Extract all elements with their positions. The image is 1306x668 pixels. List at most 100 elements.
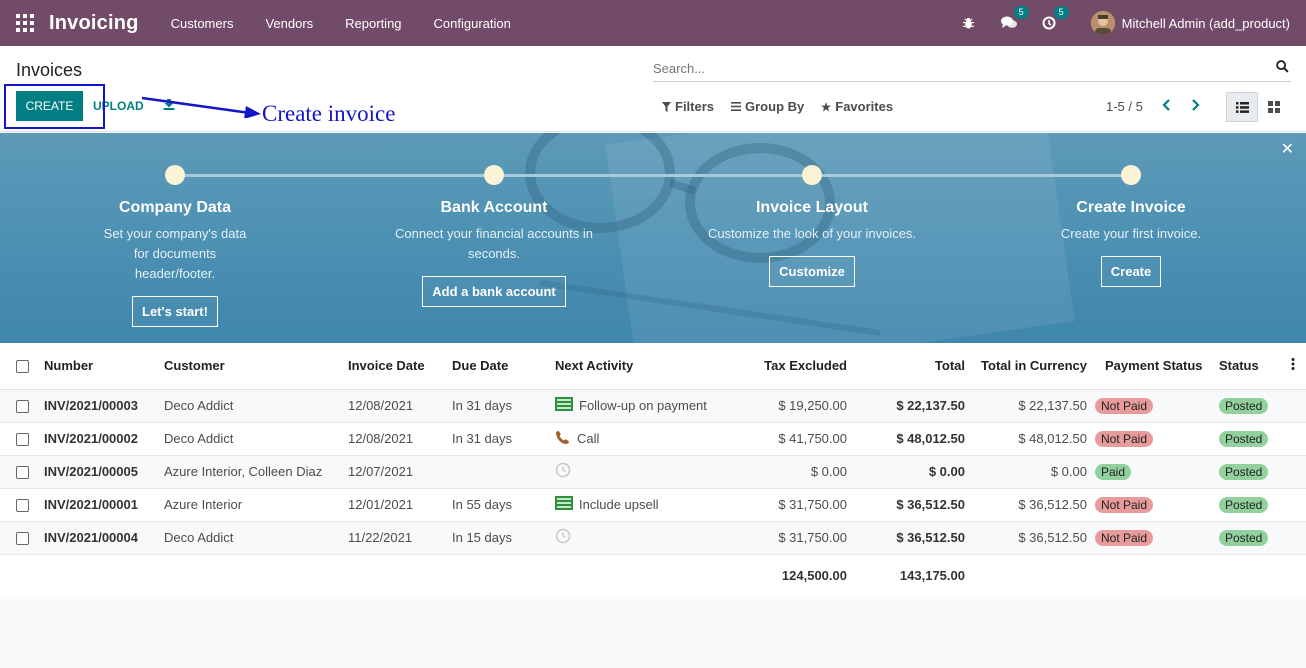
cell-next-activity[interactable] bbox=[555, 521, 733, 555]
column-header-status[interactable]: Status bbox=[1219, 343, 1279, 390]
cell-number[interactable]: INV/2021/00004 bbox=[44, 521, 164, 555]
cell-invoice-date[interactable]: 12/07/2021 bbox=[348, 455, 452, 489]
column-header-payment-status[interactable]: Payment Status bbox=[1095, 343, 1219, 390]
table-row[interactable]: INV/2021/00003 Deco Addict 12/08/2021 In 31… bbox=[0, 389, 1306, 423]
cell-invoice-date[interactable]: 12/01/2021 bbox=[348, 488, 452, 522]
column-header-total[interactable]: Total bbox=[847, 343, 965, 390]
list-view-button[interactable] bbox=[1226, 92, 1258, 122]
cell-payment-status[interactable]: Not Paid bbox=[1095, 521, 1219, 555]
messages-chat-icon[interactable]: 5 bbox=[1000, 6, 1029, 31]
cell-customer[interactable]: Deco Addict bbox=[164, 389, 348, 423]
menu-item-configuration[interactable]: Configuration bbox=[418, 16, 527, 31]
cell-status[interactable]: Posted bbox=[1219, 455, 1279, 489]
cell-total[interactable]: $ 36,512.50 bbox=[847, 521, 965, 555]
cell-total-in-currency[interactable]: $ 48,012.50 bbox=[965, 422, 1095, 456]
activities-clock-icon[interactable]: 5 bbox=[1041, 6, 1069, 31]
cell-next-activity[interactable]: Follow-up on payment bbox=[555, 389, 733, 423]
search-icon[interactable] bbox=[1276, 60, 1289, 76]
groupby-dropdown[interactable]: Group By bbox=[731, 99, 804, 114]
banner-create-button[interactable]: Create bbox=[1100, 256, 1162, 287]
cell-total-in-currency[interactable]: $ 36,512.50 bbox=[965, 488, 1095, 522]
cell-total[interactable]: $ 48,012.50 bbox=[847, 422, 965, 456]
cell-due-date[interactable] bbox=[452, 455, 555, 489]
cell-tax-excluded[interactable]: $ 31,750.00 bbox=[733, 521, 847, 555]
column-header-tax-excluded[interactable]: Tax Excluded bbox=[733, 343, 847, 390]
task-icon[interactable] bbox=[555, 397, 579, 414]
cell-number[interactable]: INV/2021/00002 bbox=[44, 422, 164, 456]
search-input[interactable] bbox=[653, 57, 1253, 79]
row-checkbox[interactable] bbox=[16, 400, 29, 414]
user-name[interactable]: Mitchell Admin (add_product) bbox=[1122, 16, 1290, 31]
cell-number[interactable]: INV/2021/00005 bbox=[44, 455, 164, 489]
cell-invoice-date[interactable]: 11/22/2021 bbox=[348, 521, 452, 555]
cell-number[interactable]: INV/2021/00003 bbox=[44, 389, 164, 423]
favorites-dropdown[interactable]: Favorites bbox=[821, 99, 893, 114]
table-row[interactable]: INV/2021/00001 Azure Interior 12/01/2021 In… bbox=[0, 488, 1306, 522]
cell-tax-excluded[interactable]: $ 41,750.00 bbox=[733, 422, 847, 456]
task-icon[interactable] bbox=[555, 496, 579, 513]
cell-total[interactable]: $ 0.00 bbox=[847, 455, 965, 489]
phone-icon[interactable] bbox=[555, 430, 577, 447]
user-avatar[interactable] bbox=[1090, 11, 1115, 35]
table-row[interactable]: INV/2021/00004 Deco Addict 11/22/2021 In 15… bbox=[0, 521, 1306, 555]
close-banner-icon[interactable]: ✕ bbox=[1281, 139, 1294, 159]
cell-total[interactable]: $ 36,512.50 bbox=[847, 488, 965, 522]
pager-next-chevron-icon[interactable] bbox=[1188, 98, 1202, 115]
column-header-number[interactable]: Number bbox=[44, 343, 164, 390]
cell-next-activity[interactable]: Call bbox=[555, 422, 733, 456]
cell-total-in-currency[interactable]: $ 36,512.50 bbox=[965, 521, 1095, 555]
menu-item-reporting[interactable]: Reporting bbox=[329, 16, 417, 31]
pager-previous-chevron-icon[interactable] bbox=[1160, 98, 1174, 115]
clock-icon[interactable] bbox=[555, 528, 577, 547]
debug-bug-icon[interactable] bbox=[961, 15, 977, 31]
row-checkbox[interactable] bbox=[16, 433, 29, 447]
cell-due-date[interactable]: In 31 days bbox=[452, 389, 555, 423]
column-header-due-date[interactable]: Due Date bbox=[452, 343, 555, 390]
cell-status[interactable]: Posted bbox=[1219, 389, 1279, 423]
cell-tax-excluded[interactable]: $ 31,750.00 bbox=[733, 488, 847, 522]
optional-columns-kebab-icon[interactable] bbox=[1279, 343, 1306, 390]
lets-start-button[interactable]: Let's start! bbox=[132, 296, 218, 327]
column-header-customer[interactable]: Customer bbox=[164, 343, 348, 390]
column-header-next-activity[interactable]: Next Activity bbox=[555, 343, 733, 390]
cell-number[interactable]: INV/2021/00001 bbox=[44, 488, 164, 522]
cell-payment-status[interactable]: Not Paid bbox=[1095, 422, 1219, 456]
cell-customer[interactable]: Deco Addict bbox=[164, 422, 348, 456]
cell-total-in-currency[interactable]: $ 22,137.50 bbox=[965, 389, 1095, 423]
cell-due-date[interactable]: In 55 days bbox=[452, 488, 555, 522]
apps-menu-icon[interactable] bbox=[16, 14, 34, 32]
cell-total-in-currency[interactable]: $ 0.00 bbox=[965, 455, 1095, 489]
cell-tax-excluded[interactable]: $ 0.00 bbox=[733, 455, 847, 489]
cell-customer[interactable]: Deco Addict bbox=[164, 521, 348, 555]
cell-payment-status[interactable]: Paid bbox=[1095, 455, 1219, 489]
cell-tax-excluded[interactable]: $ 19,250.00 bbox=[733, 389, 847, 423]
cell-due-date[interactable]: In 31 days bbox=[452, 422, 555, 456]
app-brand[interactable]: Invoicing bbox=[49, 12, 139, 35]
row-checkbox[interactable] bbox=[16, 466, 29, 480]
column-header-invoice-date[interactable]: Invoice Date bbox=[348, 343, 452, 390]
customize-button[interactable]: Customize bbox=[769, 256, 855, 287]
pager-value[interactable]: 1-5 / 5 bbox=[1106, 99, 1143, 114]
cell-customer[interactable]: Azure Interior, Colleen Diaz bbox=[164, 455, 348, 489]
cell-status[interactable]: Posted bbox=[1219, 488, 1279, 522]
cell-customer[interactable]: Azure Interior bbox=[164, 488, 348, 522]
cell-status[interactable]: Posted bbox=[1219, 422, 1279, 456]
cell-next-activity[interactable]: Include upsell bbox=[555, 488, 733, 522]
table-row[interactable]: INV/2021/00002 Deco Addict 12/08/2021 In 31… bbox=[0, 422, 1306, 456]
row-checkbox[interactable] bbox=[16, 499, 29, 513]
cell-payment-status[interactable]: Not Paid bbox=[1095, 389, 1219, 423]
table-row[interactable]: INV/2021/00005 Azure Interior, Colleen Di… bbox=[0, 455, 1306, 489]
clock-icon[interactable] bbox=[555, 462, 577, 481]
select-all-checkbox[interactable] bbox=[16, 360, 29, 374]
menu-item-vendors[interactable]: Vendors bbox=[249, 16, 329, 31]
add-bank-account-button[interactable]: Add a bank account bbox=[422, 276, 566, 307]
column-header-total-in-currency[interactable]: Total in Currency bbox=[965, 343, 1095, 390]
cell-payment-status[interactable]: Not Paid bbox=[1095, 488, 1219, 522]
cell-total[interactable]: $ 22,137.50 bbox=[847, 389, 965, 423]
cell-due-date[interactable]: In 15 days bbox=[452, 521, 555, 555]
cell-invoice-date[interactable]: 12/08/2021 bbox=[348, 389, 452, 423]
filters-dropdown[interactable]: Filters bbox=[662, 99, 714, 114]
cell-invoice-date[interactable]: 12/08/2021 bbox=[348, 422, 452, 456]
kanban-view-button[interactable] bbox=[1260, 92, 1288, 122]
cell-next-activity[interactable] bbox=[555, 455, 733, 489]
